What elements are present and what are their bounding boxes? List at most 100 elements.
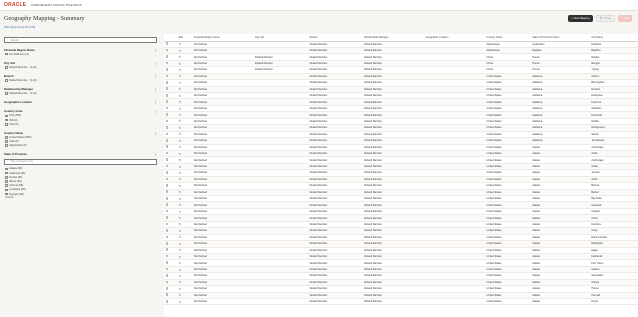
checkbox[interactable] — [5, 176, 8, 179]
filter-group-search-input[interactable]: ⌕ Type to search or tag — [4, 158, 157, 165]
row-select-checkbox[interactable] — [165, 138, 169, 142]
column-header[interactable]: Org Unit — [253, 34, 309, 42]
filter-option[interactable]: Default Member - (1,22) — [5, 92, 157, 96]
edit-button[interactable]: ✎ Edit — [618, 15, 632, 22]
pencil-icon[interactable]: ✎ — [179, 94, 182, 98]
row-select-checkbox[interactable] — [165, 42, 169, 46]
pencil-icon[interactable]: ✎ — [179, 145, 182, 149]
row-select-checkbox[interactable] — [165, 177, 169, 181]
pencil-icon[interactable]: ✎ — [179, 197, 182, 201]
pencil-icon[interactable]: ✎ — [179, 126, 182, 130]
pencil-icon[interactable]: ✎ — [179, 132, 182, 136]
pencil-icon[interactable]: ✎ — [179, 210, 182, 214]
pencil-icon[interactable]: ✎ — [179, 242, 182, 246]
kebab-menu-icon[interactable]: ⋮ — [154, 61, 157, 65]
row-select-checkbox[interactable] — [165, 113, 169, 116]
pencil-icon[interactable]: ✎ — [179, 139, 182, 143]
pencil-icon[interactable]: ✎ — [179, 203, 182, 207]
checkbox[interactable] — [5, 188, 8, 192]
row-count-link[interactable]: Filter (Row Count 20 of 20) — [4, 26, 85, 29]
checkbox[interactable] — [5, 192, 8, 196]
pencil-icon[interactable]: ✎ — [179, 255, 182, 259]
row-select-checkbox[interactable] — [165, 158, 169, 161]
pencil-icon[interactable]: ✎ — [179, 293, 182, 297]
checkbox[interactable] — [5, 144, 8, 148]
pencil-icon[interactable]: ✎ — [179, 100, 182, 104]
filter-search-input[interactable]: ⌕ Search — [4, 37, 157, 43]
pencil-icon[interactable]: ✎ — [179, 74, 182, 78]
kebab-menu-icon[interactable]: ⋮ — [154, 100, 157, 104]
row-select-checkbox[interactable] — [165, 184, 169, 187]
pencil-icon[interactable]: ✎ — [179, 171, 182, 175]
checkbox[interactable] — [5, 79, 8, 82]
pencil-icon[interactable]: ✎ — [179, 274, 182, 278]
row-select-checkbox[interactable] — [165, 267, 169, 271]
filter-option[interactable]: Default Member - (1,22) — [5, 78, 157, 82]
row-select-checkbox[interactable] — [165, 248, 169, 252]
pencil-icon[interactable]: ✎ — [179, 158, 182, 162]
row-select-checkbox[interactable] — [165, 261, 169, 264]
pencil-icon[interactable]: ✎ — [179, 55, 182, 59]
pencil-icon[interactable]: ✎ — [179, 280, 182, 284]
pencil-icon[interactable]: ✎ — [179, 222, 182, 226]
checkbox[interactable] — [5, 167, 8, 171]
checkbox[interactable] — [5, 171, 8, 175]
row-select-checkbox[interactable] — [165, 171, 169, 174]
row-select-checkbox[interactable] — [165, 81, 169, 84]
row-select-checkbox[interactable] — [165, 55, 169, 58]
pencil-icon[interactable]: ✎ — [179, 287, 182, 291]
pencil-icon[interactable]: ✎ — [179, 184, 182, 188]
row-select-checkbox[interactable] — [165, 280, 169, 284]
row-select-checkbox[interactable] — [165, 299, 169, 303]
row-select-checkbox[interactable] — [165, 106, 169, 110]
checkbox[interactable] — [5, 52, 8, 56]
column-header[interactable]: Financial Region Name — [192, 34, 254, 42]
checkbox[interactable] — [5, 140, 8, 143]
pencil-icon[interactable]: ✎ — [179, 81, 182, 85]
filter-option[interactable]: UKG (6) — [5, 122, 157, 126]
pencil-icon[interactable]: ✎ — [179, 49, 182, 53]
row-select-checkbox[interactable] — [165, 274, 169, 277]
pencil-icon[interactable]: ✎ — [179, 165, 182, 169]
table-row[interactable]: ✎ Not Defined Default Member Default Member… — [164, 298, 638, 306]
pencil-icon[interactable]: ✎ — [179, 300, 182, 304]
checkbox[interactable] — [5, 122, 8, 126]
row-select-checkbox[interactable] — [165, 287, 169, 290]
kebab-menu-icon[interactable]: ⋮ — [154, 131, 157, 135]
row-select-checkbox[interactable] — [165, 132, 169, 136]
pencil-icon[interactable]: ✎ — [179, 216, 182, 220]
row-select-checkbox[interactable] — [165, 74, 169, 78]
filter-option[interactable]: Afghanistan (6) — [5, 144, 157, 148]
pencil-icon[interactable]: ✎ — [179, 261, 182, 265]
pencil-icon[interactable]: ✎ — [179, 42, 182, 46]
row-select-checkbox[interactable] — [165, 126, 169, 129]
row-select-checkbox[interactable] — [165, 61, 169, 65]
pencil-icon[interactable]: ✎ — [179, 107, 182, 111]
checkbox[interactable] — [5, 136, 8, 139]
pencil-icon[interactable]: ✎ — [179, 119, 182, 123]
pencil-icon[interactable]: ✎ — [179, 87, 182, 91]
row-select-checkbox[interactable] — [165, 229, 169, 232]
column-header[interactable] — [164, 34, 178, 42]
checkbox[interactable] — [5, 118, 8, 122]
pencil-icon[interactable]: ✎ — [179, 248, 182, 252]
filter-option[interactable]: Default Member - (1,22) — [5, 65, 157, 69]
column-header[interactable]: Country Name — [485, 34, 531, 42]
column-header[interactable]: Branch — [308, 34, 363, 42]
column-header[interactable]: Edit — [177, 34, 193, 42]
delete-button[interactable]: 🗑 Delete — [595, 15, 616, 22]
pencil-icon[interactable]: ✎ — [179, 190, 182, 194]
kebab-menu-icon[interactable]: ⋮ — [154, 48, 157, 52]
row-select-checkbox[interactable] — [165, 222, 169, 226]
row-select-checkbox[interactable] — [165, 203, 169, 206]
pencil-icon[interactable]: ✎ — [179, 229, 182, 233]
pencil-icon[interactable]: ✎ — [179, 152, 182, 156]
row-select-checkbox[interactable] — [165, 196, 169, 200]
row-select-checkbox[interactable] — [165, 48, 169, 52]
new-mapping-button[interactable]: + New Mapping — [568, 15, 593, 22]
checkbox[interactable] — [5, 114, 8, 118]
kebab-menu-icon[interactable]: ⋮ — [154, 152, 157, 156]
row-select-checkbox[interactable] — [165, 190, 169, 194]
pencil-icon[interactable]: ✎ — [179, 62, 182, 66]
row-select-checkbox[interactable] — [165, 145, 169, 149]
